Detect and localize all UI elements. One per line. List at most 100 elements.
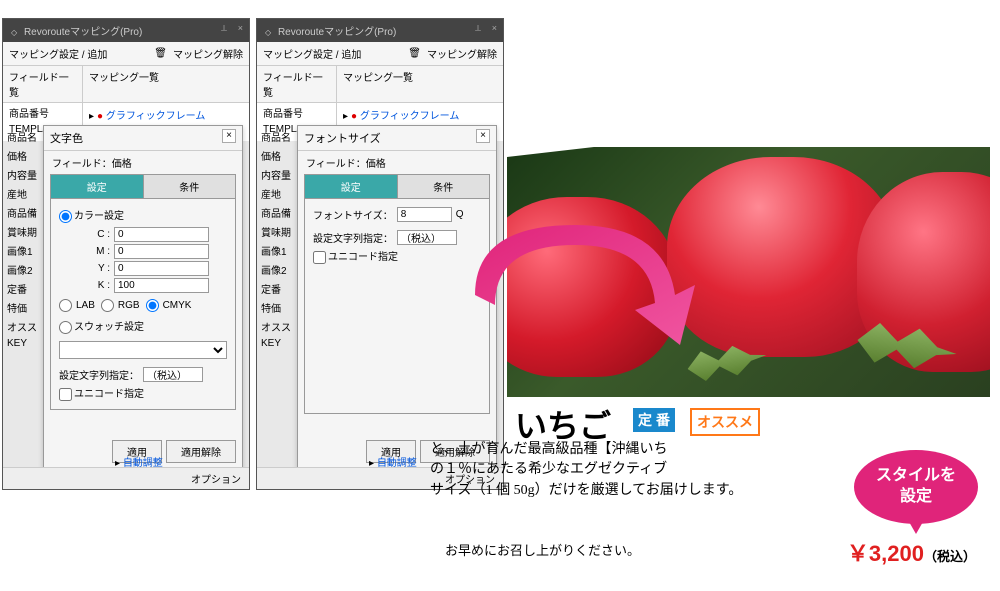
- field-item[interactable]: KEY: [3, 336, 41, 351]
- field-item[interactable]: 商品番号: [257, 103, 336, 122]
- close-icon[interactable]: ×: [492, 23, 497, 33]
- field-item[interactable]: オスス: [257, 317, 295, 336]
- close-icon[interactable]: ×: [238, 23, 243, 33]
- panel-title: Revorouteマッピング(Pro): [278, 27, 396, 38]
- close-icon[interactable]: ×: [476, 129, 490, 143]
- field-item[interactable]: 定番: [3, 279, 41, 298]
- field-item[interactable]: オスス: [3, 317, 41, 336]
- badge-osusume: オススメ: [690, 408, 760, 436]
- side-field-list: 商品名 価格 内容量 産地 商品備 賞味期 画像1 画像2 定番 特価 オスス …: [257, 127, 295, 351]
- graphic-frame-item[interactable]: グラフィックフレーム: [343, 107, 497, 122]
- str-label: 設定文字列指定：: [59, 367, 139, 382]
- swatch-radio[interactable]: スウォッチ設定: [59, 322, 144, 333]
- product-description: と、土が育んだ最高級品種【沖縄いち の１％にあたる希少なエグゼクティブ サイズ（…: [430, 440, 742, 501]
- release-button[interactable]: 適用解除: [166, 440, 236, 463]
- k-input[interactable]: [114, 278, 209, 293]
- field-item[interactable]: 産地: [3, 184, 41, 203]
- panel-tab-header[interactable]: Revorouteマッピング(Pro) ⟂ ×: [257, 19, 503, 42]
- field-item[interactable]: 特価: [257, 298, 295, 317]
- str-input[interactable]: [143, 367, 203, 382]
- field-item[interactable]: KEY: [257, 336, 295, 351]
- m-input[interactable]: [114, 244, 209, 259]
- fs-label: フォントサイズ：: [313, 207, 393, 222]
- dialog-title: 文字色: [50, 133, 83, 145]
- m-label: M :: [59, 246, 114, 257]
- c-input[interactable]: [114, 227, 209, 242]
- red-dot-icon: [97, 111, 106, 122]
- color-setting-radio[interactable]: カラー設定: [59, 211, 124, 222]
- arrow-icon: [455, 215, 725, 355]
- tab-condition[interactable]: 条件: [144, 174, 237, 199]
- col-mapping[interactable]: マッピング一覧: [337, 66, 503, 102]
- str-label: 設定文字列指定：: [313, 230, 393, 245]
- field-item[interactable]: 画像1: [3, 241, 41, 260]
- field-item[interactable]: 商品番号: [3, 103, 82, 122]
- list-header: フィールド一覧 マッピング一覧: [257, 66, 503, 103]
- cmyk-radio[interactable]: CMYK: [146, 299, 192, 312]
- panel-toolbar: マッピング設定 / 追加 🗑 マッピング解除: [3, 42, 249, 66]
- badge-teiban: 定番: [633, 408, 675, 432]
- field-item[interactable]: 画像1: [257, 241, 295, 260]
- field-item[interactable]: 賞味期: [3, 222, 41, 241]
- col-mapping[interactable]: マッピング一覧: [83, 66, 249, 102]
- mapping-panel-left: Revorouteマッピング(Pro) ⟂ × マッピング設定 / 追加 🗑 マ…: [2, 18, 250, 490]
- field-item[interactable]: 価格: [3, 146, 41, 165]
- red-dot-icon: [351, 111, 360, 122]
- release-label[interactable]: マッピング解除: [427, 46, 497, 61]
- product-price: ￥3,200（税込）: [847, 536, 976, 568]
- lab-radio[interactable]: LAB: [59, 299, 95, 312]
- panel-title: Revorouteマッピング(Pro): [24, 27, 142, 38]
- panel-tab-header[interactable]: Revorouteマッピング(Pro) ⟂ ×: [3, 19, 249, 42]
- graphic-frame-item[interactable]: グラフィックフレーム: [89, 107, 243, 122]
- field-item[interactable]: 内容量: [3, 165, 41, 184]
- str-input[interactable]: [397, 230, 457, 245]
- unicode-check[interactable]: ユニコード指定: [313, 252, 398, 263]
- field-item[interactable]: 画像2: [257, 260, 295, 279]
- dialog-body: カラー設定 C : M : Y : K : LAB RGB CMYK スウォッチ…: [50, 199, 236, 410]
- field-item[interactable]: 商品備: [257, 203, 295, 222]
- dialog-title-bar[interactable]: 文字色 ×: [44, 126, 242, 151]
- fs-input[interactable]: [397, 207, 452, 222]
- option-footer[interactable]: オプション: [3, 467, 249, 489]
- side-field-list: 商品名 価格 内容量 産地 商品備 賞味期 画像1 画像2 定番 特価 オスス …: [3, 127, 41, 351]
- field-item[interactable]: 産地: [257, 184, 295, 203]
- callout-tail-icon: [908, 520, 924, 534]
- field-item[interactable]: 画像2: [3, 260, 41, 279]
- field-item[interactable]: 賞味期: [257, 222, 295, 241]
- rgb-radio[interactable]: RGB: [101, 299, 140, 312]
- list-header: フィールド一覧 マッピング一覧: [3, 66, 249, 103]
- field-item[interactable]: 内容量: [257, 165, 295, 184]
- tab-setting[interactable]: 設定: [50, 174, 144, 199]
- setting-add-label[interactable]: マッピング設定 / 追加: [263, 46, 361, 61]
- release-label[interactable]: マッピング解除: [173, 46, 243, 61]
- panel-toolbar: マッピング設定 / 追加 🗑 マッピング解除: [257, 42, 503, 66]
- field-item[interactable]: 商品名: [3, 127, 41, 146]
- field-item[interactable]: 特価: [3, 298, 41, 317]
- trash-icon[interactable]: 🗑: [408, 48, 421, 59]
- field-label: フィールド：価格: [44, 151, 242, 174]
- tab-setting[interactable]: 設定: [304, 174, 398, 199]
- pin-icon[interactable]: ⟂: [475, 23, 481, 34]
- c-label: C :: [59, 229, 114, 240]
- field-item[interactable]: 商品備: [3, 203, 41, 222]
- setting-add-label[interactable]: マッピング設定 / 追加: [9, 46, 107, 61]
- dialog-title-bar[interactable]: フォントサイズ ×: [298, 126, 496, 151]
- close-icon[interactable]: ×: [222, 129, 236, 143]
- y-label: Y :: [59, 263, 114, 274]
- field-item[interactable]: 定番: [257, 279, 295, 298]
- field-item[interactable]: 商品名: [257, 127, 295, 146]
- unicode-check[interactable]: ユニコード指定: [59, 389, 144, 400]
- col-fields[interactable]: フィールド一覧: [3, 66, 83, 102]
- pin-icon[interactable]: ⟂: [221, 23, 227, 34]
- field-label: フィールド：価格: [298, 151, 496, 174]
- tab-condition[interactable]: 条件: [398, 174, 491, 199]
- y-input[interactable]: [114, 261, 209, 276]
- product-note: お早めにお召し上がりください。: [445, 540, 640, 559]
- k-label: K :: [59, 280, 114, 291]
- callout-bubble: スタイルを 設定: [854, 450, 978, 524]
- field-item[interactable]: 価格: [257, 146, 295, 165]
- col-fields[interactable]: フィールド一覧: [257, 66, 337, 102]
- trash-icon[interactable]: 🗑: [154, 48, 167, 59]
- char-color-dialog: 文字色 × フィールド：価格 設定 条件 カラー設定 C : M : Y : K…: [43, 125, 243, 470]
- swatch-select[interactable]: [59, 341, 227, 359]
